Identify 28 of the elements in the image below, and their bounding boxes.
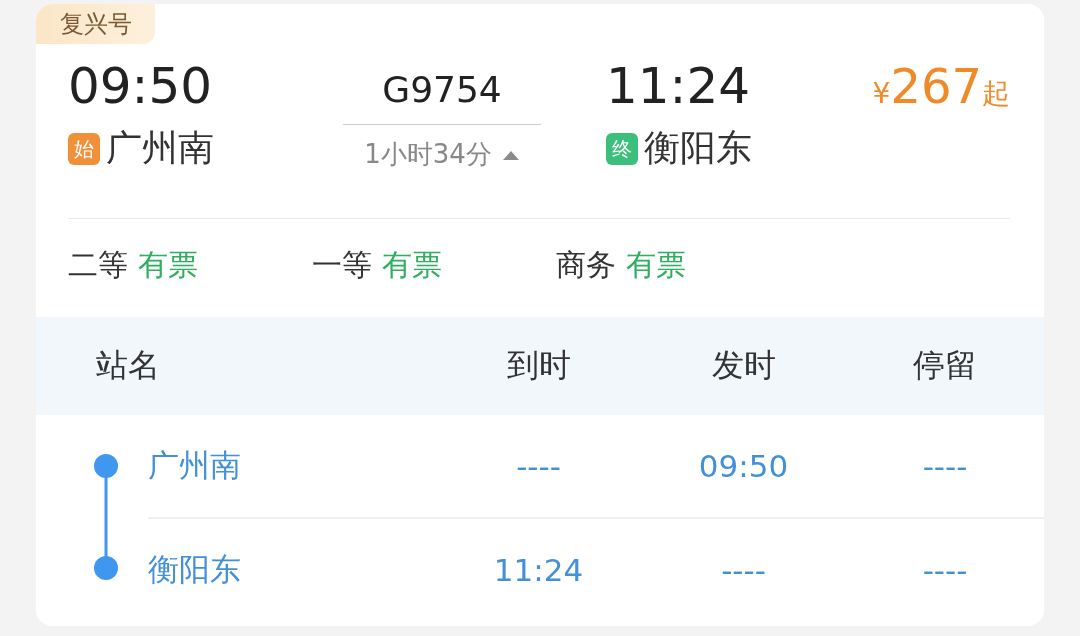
arrival-station: 衡阳东 [644, 126, 752, 170]
table-cell-text: ---- [515, 448, 562, 484]
table-cell-text: 11:24 [492, 552, 585, 588]
price: ¥267起 [872, 57, 1010, 116]
departure-time: 09:50 [68, 56, 214, 117]
seat-class: 一等 [312, 246, 372, 284]
column-header: 到时 [505, 345, 572, 386]
arrival-time: 11:24 [606, 56, 752, 117]
table-cell-text: ---- [720, 552, 767, 588]
train-type-label: 复兴号 [36, 4, 155, 44]
column-header: 发时 [710, 345, 777, 386]
table-cell-text: 广州南 [148, 446, 242, 485]
table-cell-text: 衡阳东 [148, 550, 242, 589]
departure-station: 广州南 [106, 126, 214, 170]
table-cell-text: ---- [921, 448, 969, 484]
seat-availability: 有票 [138, 246, 198, 284]
column-header: 停留 [912, 345, 978, 386]
seat-class: 商务 [556, 246, 616, 284]
train-number: G9754 [382, 68, 502, 112]
seat-availability: 有票 [626, 246, 686, 284]
seat-availability: 有票 [382, 246, 442, 284]
end-tag: 终 [606, 132, 638, 165]
seat-class: 二等 [68, 246, 128, 284]
table-cell-text: 09:50 [697, 448, 790, 484]
start-tag: 始 [68, 132, 100, 165]
column-header: 站名 [95, 345, 161, 386]
duration-text: 1小时34分 [364, 138, 492, 171]
table-cell-text: ---- [921, 552, 969, 588]
